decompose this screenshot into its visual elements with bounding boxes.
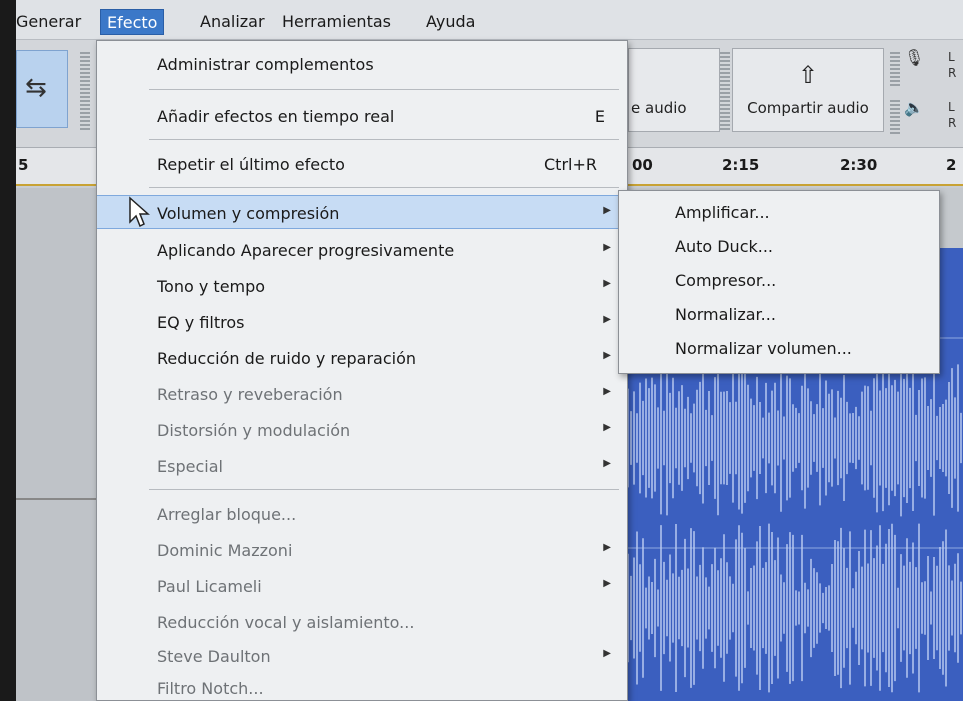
chevron-right-icon: ▶: [603, 278, 611, 289]
menu-item-aparecer-progresivamente[interactable]: Aplicando Aparecer progresivamente ▶: [97, 233, 627, 267]
volume-compression-submenu: Amplificar... Auto Duck... Compresor... …: [618, 190, 940, 374]
toolbar-grip[interactable]: [890, 52, 900, 88]
submenu-item-label: Normalizar volumen...: [675, 339, 852, 358]
effect-menu: Administrar complementos Añadir efectos …: [96, 40, 628, 701]
play-channel-right: R: [948, 116, 957, 130]
menu-item-label: Retraso y reveberación: [157, 385, 343, 404]
submenu-item-label: Compresor...: [675, 271, 777, 290]
timeline-tick: 2: [946, 156, 957, 174]
menu-item-label: Administrar complementos: [157, 55, 374, 74]
microphone-meter[interactable]: 🎙: [904, 48, 944, 88]
menu-item-anadir-efectos[interactable]: Añadir efectos en tiempo real E: [97, 99, 627, 133]
menu-item-especial[interactable]: Especial ▶: [97, 449, 627, 483]
menu-item-dominic-mazzoni[interactable]: Dominic Mazzoni ▶: [97, 533, 627, 567]
timeline-tick: 2:30: [840, 156, 878, 174]
chevron-right-icon: ▶: [603, 314, 611, 325]
app-window: Generar Efecto Analizar Herramientas Ayu…: [16, 0, 963, 701]
timeline-tick: 2:15: [722, 156, 760, 174]
menu-item-administrar-complementos[interactable]: Administrar complementos: [97, 47, 627, 81]
loop-icon: ⇆: [25, 73, 47, 103]
timeline-tick: 00: [632, 156, 653, 174]
menu-separator: [149, 489, 619, 490]
chevron-right-icon: ▶: [603, 242, 611, 253]
menu-item-paul-licameli[interactable]: Paul Licameli ▶: [97, 569, 627, 603]
chevron-right-icon: ▶: [603, 350, 611, 361]
chevron-right-icon: ▶: [603, 458, 611, 469]
toolbar-grip[interactable]: [80, 52, 90, 132]
menu-item-label: Añadir efectos en tiempo real: [157, 107, 395, 126]
menu-separator: [149, 187, 619, 188]
menu-item-label: Arreglar bloque...: [157, 505, 297, 524]
mouse-pointer-icon: [129, 196, 150, 228]
speaker-icon: 🔈: [904, 98, 924, 117]
menu-item-label: Filtro Notch...: [157, 679, 264, 698]
chevron-right-icon: ▶: [603, 542, 611, 553]
menu-item-label: Aplicando Aparecer progresivamente: [157, 241, 455, 260]
rec-channel-right: R: [948, 66, 957, 80]
share-audio-label: Compartir audio: [747, 99, 869, 117]
menu-item-volumen-compresion[interactable]: Volumen y compresión ▶: [97, 195, 627, 229]
menu-item-label: Reducción de ruido y reparación: [157, 349, 417, 368]
submenu-item-label: Normalizar...: [675, 305, 776, 324]
chevron-right-icon: ▶: [603, 648, 611, 659]
rec-channel-left: L: [948, 50, 955, 64]
menu-efecto[interactable]: Efecto: [100, 9, 165, 35]
menu-item-label: Especial: [157, 457, 223, 476]
menu-item-steve-daulton[interactable]: Steve Daulton ▶: [97, 639, 627, 673]
menu-bar: Generar Efecto Analizar Herramientas Ayu…: [16, 0, 963, 40]
audio-button-label: e audio: [631, 99, 687, 117]
menu-item-label: Distorsión y modulación: [157, 421, 351, 440]
menu-item-eq-filtros[interactable]: EQ y filtros ▶: [97, 305, 627, 339]
menu-item-label: Steve Daulton: [157, 647, 271, 666]
toolbar-grip[interactable]: [720, 52, 730, 132]
audio-button[interactable]: e audio: [628, 48, 720, 132]
menu-analizar[interactable]: Analizar: [194, 9, 271, 35]
menu-item-tono-tempo[interactable]: Tono y tempo ▶: [97, 269, 627, 303]
menu-generar[interactable]: Generar: [16, 9, 87, 35]
submenu-item-auto-duck[interactable]: Auto Duck...: [619, 231, 939, 263]
microphone-icon: 🎙: [904, 48, 925, 67]
share-upload-icon: ⇧: [797, 61, 819, 89]
speaker-meter[interactable]: 🔈: [904, 98, 944, 138]
menu-item-reduccion-ruido[interactable]: Reducción de ruido y reparación ▶: [97, 341, 627, 375]
menu-item-label: Paul Licameli: [157, 577, 262, 596]
menu-item-distorsion-modulacion[interactable]: Distorsión y modulación ▶: [97, 413, 627, 447]
chevron-right-icon: ▶: [603, 386, 611, 397]
chevron-right-icon: ▶: [603, 205, 611, 216]
menu-item-label: Repetir el último efecto: [157, 155, 345, 174]
menu-item-filtro-notch[interactable]: Filtro Notch...: [97, 671, 627, 701]
loop-button[interactable]: ⇆: [16, 50, 68, 128]
menu-item-label: EQ y filtros: [157, 313, 245, 332]
track-control-panel[interactable]: [16, 188, 98, 701]
menu-item-repetir-efecto[interactable]: Repetir el último efecto Ctrl+R: [97, 147, 627, 181]
menu-item-reduccion-vocal[interactable]: Reducción vocal y aislamiento...: [97, 605, 627, 639]
submenu-item-label: Amplificar...: [675, 203, 770, 222]
menu-item-label: Volumen y compresión: [157, 204, 340, 223]
toolbar-grip[interactable]: [890, 100, 900, 136]
chevron-right-icon: ▶: [603, 422, 611, 433]
menu-ayuda[interactable]: Ayuda: [420, 9, 481, 35]
menu-item-label: Dominic Mazzoni: [157, 541, 293, 560]
menu-separator: [149, 89, 619, 90]
menu-item-shortcut: Ctrl+R: [544, 155, 597, 174]
submenu-item-label: Auto Duck...: [675, 237, 774, 256]
menu-item-shortcut: E: [594, 107, 605, 126]
menu-item-retraso-reverberacion[interactable]: Retraso y reveberación ▶: [97, 377, 627, 411]
submenu-item-normalizar[interactable]: Normalizar...: [619, 299, 939, 331]
menu-item-label: Reducción vocal y aislamiento...: [157, 613, 415, 632]
menu-separator: [149, 139, 619, 140]
timeline-tick: 5: [18, 156, 29, 174]
submenu-item-compresor[interactable]: Compresor...: [619, 265, 939, 297]
menu-herramientas[interactable]: Herramientas: [276, 9, 397, 35]
play-channel-left: L: [948, 100, 955, 114]
chevron-right-icon: ▶: [603, 578, 611, 589]
submenu-item-amplificar[interactable]: Amplificar...: [619, 197, 939, 229]
submenu-item-normalizar-volumen[interactable]: Normalizar volumen...: [619, 333, 939, 365]
menu-item-arreglar-bloque[interactable]: Arreglar bloque...: [97, 497, 627, 531]
track-divider: [16, 498, 98, 500]
share-audio-button[interactable]: ⇧ Compartir audio: [732, 48, 884, 132]
menu-item-label: Tono y tempo: [157, 277, 266, 296]
